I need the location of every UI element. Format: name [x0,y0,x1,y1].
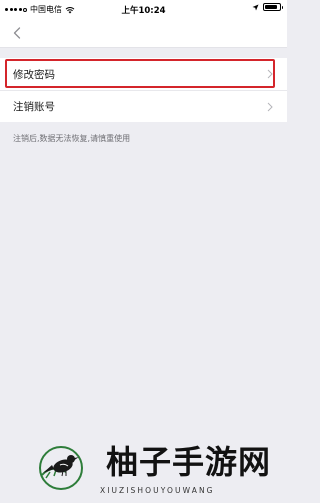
cancel-account-notice: 注销后,数据无法恢复,请慎重使用 [13,134,131,143]
location-arrow-icon [252,4,259,10]
status-time: 上午10:24 [121,6,166,16]
status-bar: 中国电信 上午10:24 [0,0,287,18]
battery-icon [263,3,283,11]
watermark-title: 柚子手游网 [106,443,272,481]
settings-menu: 修改密码 注销账号 [0,58,287,122]
chevron-right-icon [267,102,273,111]
site-watermark: 柚子手游网 XIUZISHOUYOUWANG [36,442,276,498]
bird-logo-icon [39,446,83,490]
navigation-bar [0,18,287,48]
back-button[interactable] [10,25,26,41]
menu-item-label: 注销账号 [13,101,55,113]
menu-item-cancel-account[interactable]: 注销账号 [0,90,287,122]
menu-item-label: 修改密码 [13,68,55,81]
status-right [252,3,283,11]
watermark-subtitle: XIUZISHOUYOUWANG [100,486,215,495]
chevron-left-icon [13,27,21,39]
menu-item-change-password[interactable]: 修改密码 [0,58,287,90]
chevron-right-icon [267,69,273,79]
battery-fill [265,5,277,9]
